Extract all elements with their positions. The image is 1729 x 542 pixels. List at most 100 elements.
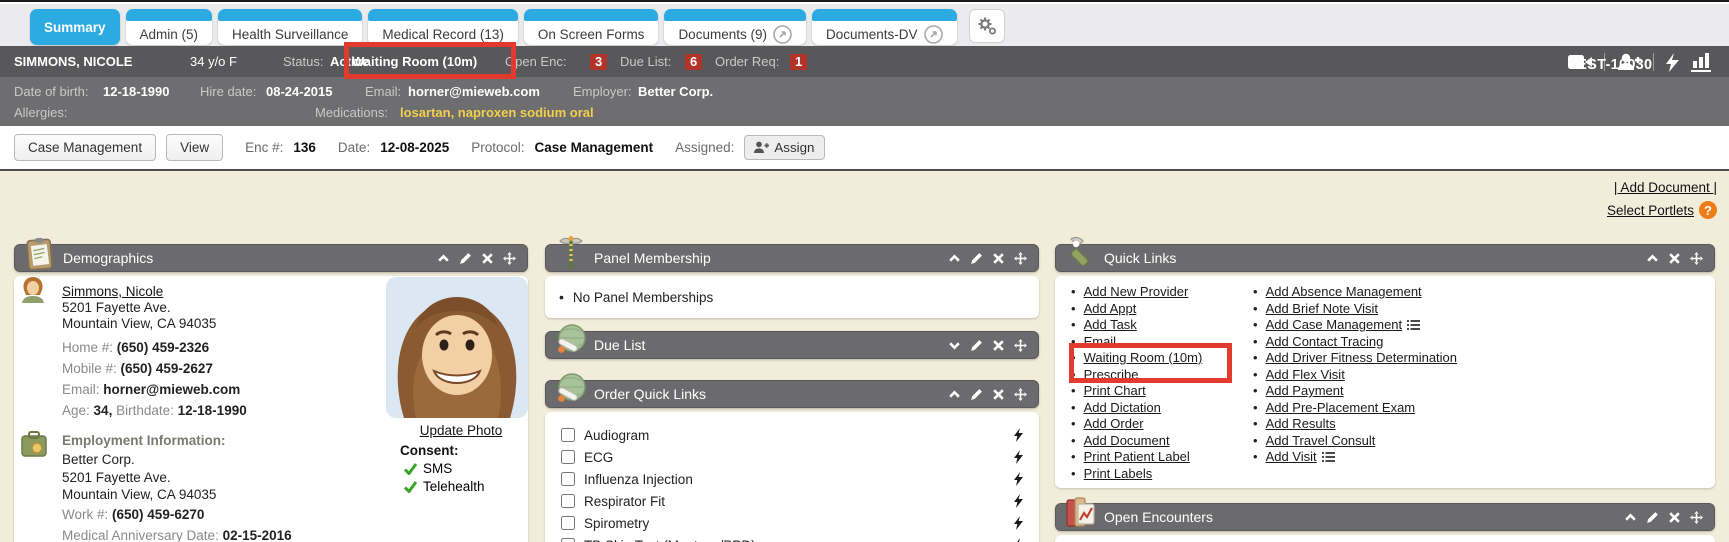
protocol-value: Case Management (535, 140, 654, 155)
tab-documents-dv[interactable]: Documents-DV (812, 9, 957, 45)
tab-label: Documents-DV (826, 27, 918, 42)
tab-admin[interactable]: Admin (5) (126, 9, 213, 45)
expand-icon[interactable] (948, 339, 961, 352)
view-button[interactable]: View (166, 134, 223, 161)
quick-link[interactable]: Add Appt (1084, 301, 1137, 318)
medications-value[interactable]: losartan, naproxen sodium oral (400, 105, 594, 120)
chart-icon[interactable] (1691, 52, 1713, 72)
quick-link[interactable]: Add New Provider (1084, 284, 1189, 301)
order-checkbox[interactable] (561, 428, 575, 442)
external-link-icon[interactable] (924, 25, 943, 44)
close-icon[interactable] (1668, 252, 1681, 265)
move-icon[interactable] (1014, 339, 1027, 352)
add-document-link[interactable]: | Add Document | (1614, 180, 1717, 195)
lightning-icon[interactable] (1666, 53, 1679, 72)
quick-link[interactable]: Add Document (1084, 433, 1170, 450)
quick-link[interactable]: Add Task (1084, 317, 1137, 334)
assign-button[interactable]: Assign (744, 135, 825, 160)
home-phone-value: (650) 459-2326 (117, 340, 209, 355)
open-enc-badge[interactable]: 3 (590, 54, 607, 70)
tab-health-surveillance[interactable]: Health Surveillance (218, 9, 362, 45)
quick-link[interactable]: Add Order (1084, 416, 1144, 433)
quick-link[interactable]: Add Driver Fitness Determination (1266, 350, 1457, 367)
close-icon[interactable] (992, 339, 1005, 352)
encounters-chart-icon (1062, 494, 1100, 532)
tab-label: Admin (5) (140, 27, 199, 42)
move-icon[interactable] (1014, 388, 1027, 401)
hire-date-label: Hire date: (200, 84, 256, 99)
patient-name-link[interactable]: Simmons, Nicole (62, 284, 163, 299)
close-icon[interactable] (481, 252, 494, 265)
quick-link[interactable]: Add Brief Note Visit (1266, 301, 1378, 318)
lightning-icon[interactable] (1014, 494, 1023, 508)
edit-icon[interactable] (1646, 511, 1659, 524)
order-item-row: Spirometry (545, 512, 1039, 534)
lightning-icon[interactable] (1014, 538, 1023, 542)
enc-value: 136 (293, 140, 316, 155)
collapse-icon[interactable] (948, 252, 961, 265)
edit-icon[interactable] (970, 252, 983, 265)
collapse-icon[interactable] (1646, 252, 1659, 265)
employment-heading: Employment Information: (62, 433, 384, 449)
quick-link[interactable]: Print Labels (1084, 466, 1153, 483)
settings-button[interactable] (969, 9, 1005, 43)
quick-link[interactable]: Add Case Management (1266, 317, 1403, 334)
quick-link[interactable]: Prescribe (1084, 367, 1139, 384)
quick-link[interactable]: Add Dictation (1084, 400, 1161, 417)
lightning-icon[interactable] (1014, 450, 1023, 464)
work-phone-label: Work #: (62, 507, 108, 522)
tab-summary[interactable]: Summary (30, 9, 120, 45)
close-icon[interactable] (992, 252, 1005, 265)
address-line: 5201 Fayette Ave. (62, 300, 384, 316)
thermometer-globe-icon (552, 322, 590, 360)
quick-link[interactable]: Add Visit (1266, 449, 1317, 466)
quick-link[interactable]: Waiting Room (10m) (1084, 350, 1203, 367)
waiting-room-status[interactable]: Waiting Room (10m) (352, 54, 477, 69)
quick-link[interactable]: Print Chart (1084, 383, 1146, 400)
help-icon[interactable]: ? (1699, 201, 1717, 219)
quick-link[interactable]: Add Payment (1266, 383, 1344, 400)
close-icon[interactable] (1668, 511, 1681, 524)
quick-link[interactable]: Add Absence Management (1266, 284, 1422, 301)
edit-icon[interactable] (970, 339, 983, 352)
move-icon[interactable] (1014, 252, 1027, 265)
quick-link[interactable]: Add Contact Tracing (1266, 334, 1384, 351)
edit-icon[interactable] (459, 252, 472, 265)
lightning-icon[interactable] (1014, 428, 1023, 442)
tab-on-screen-forms[interactable]: On Screen Forms (524, 9, 659, 45)
edit-icon[interactable] (970, 388, 983, 401)
patient-photo[interactable] (386, 277, 528, 418)
collapse-icon[interactable] (948, 388, 961, 401)
quick-link-item: Add Appt (1071, 301, 1202, 318)
collapse-icon[interactable] (1624, 511, 1637, 524)
order-item-row: TB Skin Test (Mantoux/PPD) (545, 534, 1039, 542)
tab-label: Documents (9) (678, 27, 767, 42)
select-portlets-link[interactable]: Select Portlets (1607, 203, 1694, 218)
tab-documents[interactable]: Documents (9) (664, 9, 806, 45)
order-checkbox[interactable] (561, 494, 575, 508)
order-checkbox[interactable] (561, 450, 575, 464)
order-checkbox[interactable] (561, 538, 575, 542)
move-icon[interactable] (1690, 252, 1703, 265)
tab-medical-record[interactable]: Medical Record (13) (368, 9, 518, 45)
lightning-icon[interactable] (1014, 516, 1023, 530)
quick-link[interactable]: Add Flex Visit (1266, 367, 1345, 384)
quick-link[interactable]: Add Results (1266, 416, 1336, 433)
move-icon[interactable] (1690, 511, 1703, 524)
external-link-icon[interactable] (773, 25, 792, 44)
order-checkbox[interactable] (561, 472, 575, 486)
quick-link[interactable]: Print Patient Label (1084, 449, 1190, 466)
order-req-badge[interactable]: 1 (790, 54, 807, 70)
close-icon[interactable] (992, 388, 1005, 401)
move-icon[interactable] (503, 252, 516, 265)
order-quick-links-portlet-body: Audiogram ECG Influenza Injection Respir… (545, 412, 1039, 542)
case-management-button[interactable]: Case Management (14, 134, 156, 161)
quick-link[interactable]: Email (1084, 334, 1117, 351)
due-list-badge[interactable]: 6 (685, 54, 702, 70)
collapse-icon[interactable] (437, 252, 450, 265)
order-checkbox[interactable] (561, 516, 575, 530)
update-photo-link[interactable]: Update Photo (386, 423, 536, 438)
quick-link[interactable]: Add Pre-Placement Exam (1266, 400, 1416, 417)
quick-link[interactable]: Add Travel Consult (1266, 433, 1376, 450)
lightning-icon[interactable] (1014, 472, 1023, 486)
